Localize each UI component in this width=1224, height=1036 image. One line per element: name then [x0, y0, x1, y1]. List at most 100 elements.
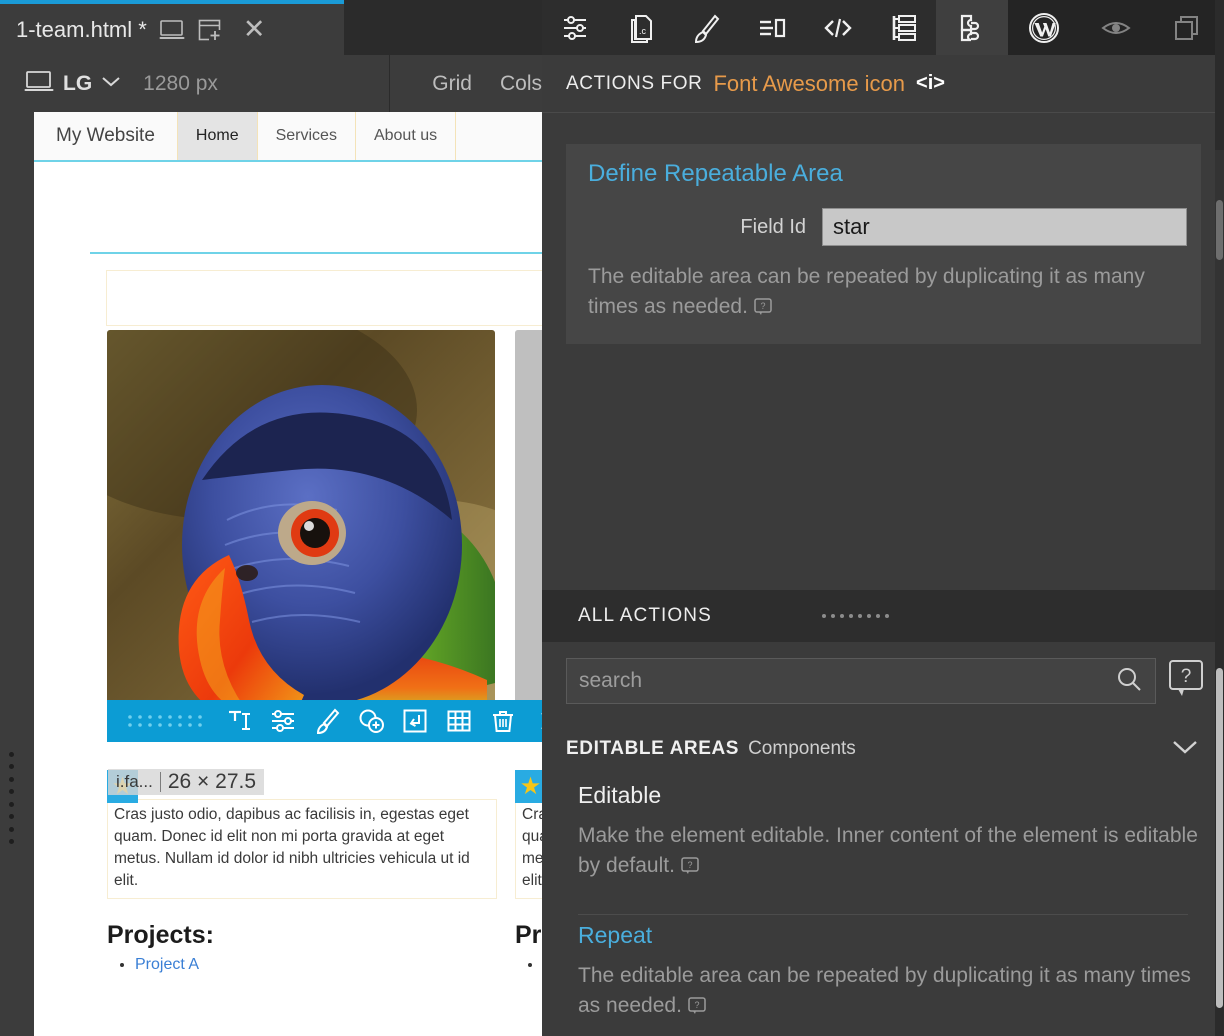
device-bar: LG 1280 px Grid Cols: [0, 55, 542, 112]
device-selector[interactable]: LG: [0, 55, 135, 112]
page-body: ★ Cras justo odio, dapibus ac facilisis …: [34, 162, 542, 973]
action-description-text: The editable area can be repeated by dup…: [578, 964, 1191, 1018]
nav-filler: [455, 112, 542, 160]
projects-heading-1[interactable]: Projects:: [107, 921, 497, 950]
member-bio-1[interactable]: Cras justo odio, dapibus ac facilisis in…: [107, 799, 497, 899]
nav-item-about[interactable]: About us: [354, 112, 455, 160]
settings-sliders-icon[interactable]: [261, 700, 305, 742]
search-input[interactable]: [579, 669, 1115, 693]
tooltip-dimensions: 26 × 27.5: [167, 770, 257, 793]
drag-dots-handle[interactable]: [107, 700, 217, 742]
action-name: Repeat: [578, 922, 653, 948]
editable-areas-header[interactable]: EDITABLE AREAS Components: [542, 726, 1224, 772]
search-box[interactable]: [566, 658, 1156, 704]
duplicate-icon[interactable]: [1152, 0, 1224, 55]
structure-icon[interactable]: [870, 0, 936, 55]
action-description: The editable area can be repeated by dup…: [578, 961, 1200, 1021]
close-icon[interactable]: ✕: [243, 16, 266, 43]
member-bio-2[interactable]: Cras justo odio, dapibus ac facilisis in…: [515, 799, 542, 899]
editable-areas-caption: EDITABLE AREAS: [566, 738, 740, 759]
resize-dots-handle[interactable]: [821, 614, 889, 618]
field-id-input[interactable]: [822, 208, 1187, 246]
list-item[interactable]: Project A: [135, 956, 497, 974]
panel-resize-handle[interactable]: [2, 750, 20, 846]
nav-item-services[interactable]: Services: [256, 112, 355, 160]
chevron-down-icon[interactable]: [1170, 738, 1200, 761]
table-grid-icon[interactable]: [437, 700, 481, 742]
all-actions-scrollbar[interactable]: [1215, 660, 1224, 1036]
hero-editable-box[interactable]: [106, 270, 542, 326]
team-column-1: ★ Cras justo odio, dapibus ac facilisis …: [107, 330, 497, 978]
chevron-right-icon[interactable]: [525, 700, 542, 742]
laptop-icon: [24, 69, 54, 98]
actions-header-tag: <i>: [916, 72, 945, 94]
define-repeatable-area-card: Define Repeatable Area Field Id The edit…: [566, 144, 1201, 344]
tooltip-divider: [159, 772, 161, 792]
actions-scrollbar[interactable]: [1215, 150, 1224, 590]
puzzle-icon[interactable]: [936, 0, 1009, 55]
search-icon[interactable]: [1115, 665, 1143, 698]
projects-heading-2[interactable]: Projects:: [515, 921, 542, 950]
text-tool-icon[interactable]: [217, 700, 261, 742]
element-toolbar[interactable]: [107, 700, 542, 742]
file-tab[interactable]: 1-team.html * ✕: [0, 0, 344, 55]
eye-icon[interactable]: [1080, 0, 1152, 55]
grid-button[interactable]: Grid: [432, 72, 472, 96]
columns-container: ★ Cras justo odio, dapibus ac facilisis …: [107, 330, 542, 978]
svg-text:?: ?: [687, 860, 692, 870]
column-body-1: ★ Cras justo odio, dapibus ac facilisis …: [107, 730, 497, 974]
device-label: LG: [63, 71, 93, 95]
svg-text:?: ?: [760, 301, 765, 311]
insert-into-icon[interactable]: [393, 700, 437, 742]
preview-viewport[interactable]: My Website Home Services About us Cras j…: [0, 112, 542, 1036]
field-id-label: Field Id: [740, 215, 806, 238]
action-description-text: Make the element editable. Inner content…: [578, 824, 1198, 878]
row-outline: [90, 252, 542, 254]
css-file-icon[interactable]: .c: [608, 0, 674, 55]
tooltip-element-name: i.fa...: [116, 772, 153, 791]
new-window-icon[interactable]: [197, 18, 223, 42]
svg-text:.c: .c: [639, 26, 647, 36]
code-icon[interactable]: [805, 0, 871, 55]
divider: [578, 914, 1188, 915]
card-hint: The editable area can be repeated by dup…: [566, 246, 1201, 323]
editor-pane: 1-team.html * ✕ LG 1280 px Grid Cols My …: [0, 0, 542, 1036]
card-hint-text: The editable area can be repeated by dup…: [588, 265, 1145, 319]
help-icon[interactable]: ?: [1168, 659, 1204, 704]
column-body-2: ★ Cras justo odio, dapibus ac facilisis …: [515, 730, 542, 974]
action-item-repeat[interactable]: Repeat The editable area can be repeated…: [542, 922, 1224, 1021]
text-align-icon[interactable]: [739, 0, 805, 55]
site-nav: My Website Home Services About us: [34, 112, 542, 162]
panel-toolbar: .c: [542, 0, 1224, 55]
team-column-2: ★ Cras justo odio, dapibus ac facilisis …: [515, 330, 542, 978]
preview-page[interactable]: My Website Home Services About us Cras j…: [34, 112, 542, 1036]
brush-icon[interactable]: [673, 0, 739, 55]
sliders-icon[interactable]: [542, 0, 608, 55]
action-description: Make the element editable. Inner content…: [578, 821, 1200, 881]
star-badge-2[interactable]: ★: [515, 770, 542, 803]
svg-text:?: ?: [1181, 666, 1192, 687]
site-brand[interactable]: My Website: [34, 112, 177, 160]
add-circle-icon[interactable]: [349, 700, 393, 742]
all-actions-header: ALL ACTIONS: [542, 590, 1224, 642]
help-icon[interactable]: ?: [688, 994, 706, 1015]
nav-item-home[interactable]: Home: [176, 112, 257, 160]
actions-header-subject: Font Awesome icon: [713, 70, 906, 96]
trash-icon[interactable]: [481, 700, 525, 742]
chevron-down-icon[interactable]: [101, 75, 121, 93]
svg-text:?: ?: [694, 1000, 699, 1010]
all-actions-title: ALL ACTIONS: [578, 605, 712, 626]
action-item-editable[interactable]: Editable Make the element editable. Inne…: [542, 782, 1224, 881]
actions-header: ACTIONS FOR Font Awesome icon <i>: [542, 55, 1224, 113]
action-name: Editable: [578, 782, 662, 808]
help-icon[interactable]: ?: [681, 854, 699, 875]
member-photo-1[interactable]: [107, 330, 495, 720]
cols-button[interactable]: Cols: [500, 72, 542, 96]
wordpress-icon[interactable]: [1008, 0, 1080, 55]
card-title: Define Repeatable Area: [588, 160, 843, 187]
brush-icon[interactable]: [305, 700, 349, 742]
monitor-icon[interactable]: [159, 18, 185, 42]
member-photo-2[interactable]: [515, 330, 542, 720]
file-tab-label: 1-team.html *: [16, 16, 147, 42]
help-icon[interactable]: ?: [754, 295, 772, 316]
